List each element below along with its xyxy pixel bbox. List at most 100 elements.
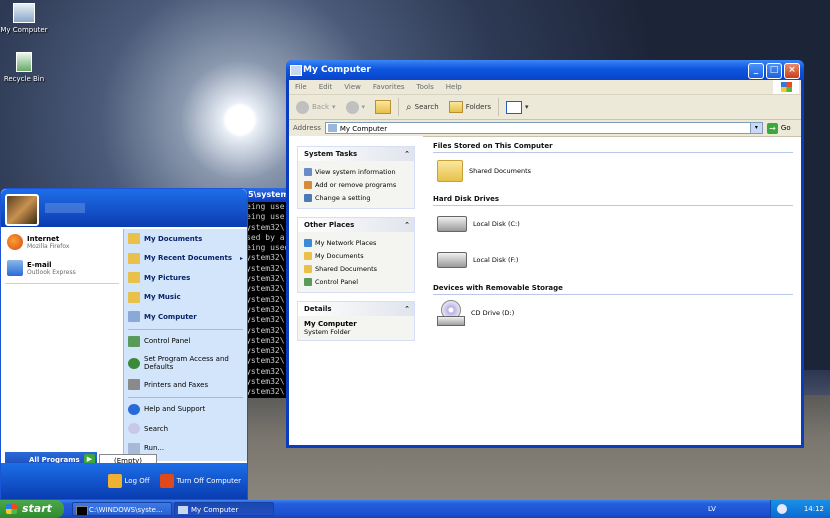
back-button[interactable]: Back ▾ [293,100,339,114]
start-menu-footer: Log Off Turn Off Computer [1,463,247,499]
place-my-network-places[interactable]: My Network Places [304,236,408,249]
windows-logo-icon [773,80,799,94]
sm-my-music[interactable]: My Music [124,288,247,308]
menu-file[interactable]: File [289,83,313,91]
control-panel-icon [304,277,312,286]
search-icon: ⌕ [406,101,412,113]
details-panel: Details ⌃ My Computer System Folder [297,301,415,341]
taskbar-button-console[interactable]: C:\WINDOWS\syste... [72,502,172,516]
pinned-internet[interactable]: Internet Mozilla Firefox [1,229,123,255]
pinned-subtitle: Outlook Express [27,268,76,276]
item-local-disk-f[interactable]: Local Disk (F:) [433,242,801,278]
collapse-chevron-icon[interactable]: ⌃ [404,302,410,316]
back-label: Back [312,103,329,111]
chevron-down-icon[interactable]: ▾ [749,123,762,133]
address-input[interactable]: My Computer ▾ [324,122,763,134]
sm-label: My Pictures [144,273,191,282]
item-shared-documents[interactable]: Shared Documents [433,153,801,189]
search-button[interactable]: ⌕ Search [403,102,442,113]
log-off-label: Log Off [124,477,150,485]
sm-my-recent-documents[interactable]: My Recent Documents ▸ [124,249,247,269]
explorer-window[interactable]: My Computer _ □ × File Edit View Favorit… [286,60,804,448]
hard-disk-icon [437,216,467,232]
taskbar-button-my-computer[interactable]: My Computer [174,502,274,516]
menu-view[interactable]: View [338,83,367,91]
tray-icon[interactable] [777,504,787,514]
views-button[interactable]: ▾ [503,100,532,114]
turn-off-button[interactable]: Turn Off Computer [159,474,241,488]
forward-button[interactable]: ▾ [343,100,369,114]
sm-my-computer[interactable]: My Computer [124,307,247,327]
desktop-icon-recycle-bin[interactable]: Recycle Bin [0,52,54,83]
program-access-icon [128,357,140,369]
task-change-setting[interactable]: Change a setting [304,191,408,204]
my-documents-icon [128,233,140,245]
task-add-remove-programs[interactable]: Add or remove programs [304,178,408,191]
console-line: ystem32\ [246,284,285,294]
up-folder-button[interactable] [372,100,394,114]
console-line: ystem32\ [246,335,285,345]
address-value: My Computer [339,125,388,133]
log-off-button[interactable]: Log Off [107,474,150,488]
maximize-button[interactable]: □ [766,63,782,79]
sm-my-documents[interactable]: My Documents [124,229,247,249]
task-label: Add or remove programs [315,180,397,189]
explorer-titlebar[interactable]: My Computer _ □ × [286,60,804,80]
power-icon [159,474,174,488]
collapse-chevron-icon[interactable]: ⌃ [404,218,410,232]
start-button[interactable]: start [0,500,64,518]
sm-label: Run... [144,444,165,453]
place-label: Control Panel [315,277,359,286]
item-cd-drive-d[interactable]: CD Drive (D:) [433,295,801,331]
system-tasks-panel: System Tasks ⌃ View system information A… [297,146,415,209]
my-pictures-icon [128,272,140,284]
language-indicator[interactable]: LV [708,500,716,518]
taskbar-button-label: My Computer [191,506,239,514]
taskbar: start C:\WINDOWS\syste... My Computer LV… [0,500,830,518]
console-line: ystem32\ [246,377,285,387]
pinned-email[interactable]: E-mail Outlook Express [1,255,123,281]
other-places-header[interactable]: Other Places ⌃ [298,218,414,232]
folders-button[interactable]: Folders [446,101,494,113]
system-tasks-header[interactable]: System Tasks ⌃ [298,147,414,161]
collapse-chevron-icon[interactable]: ⌃ [404,147,410,161]
sm-search[interactable]: Search [124,419,247,439]
menu-favorites[interactable]: Favorites [367,83,411,91]
sm-help-support[interactable]: Help and Support [124,400,247,420]
menu-bar: File Edit View Favorites Tools Help [289,80,801,95]
close-button[interactable]: × [784,63,800,79]
minimize-button[interactable]: _ [748,63,764,79]
computer-icon [327,124,337,132]
task-view-system-info[interactable]: View system information [304,165,408,178]
place-my-documents[interactable]: My Documents [304,249,408,262]
desktop-icon-my-computer[interactable]: My Computer [0,3,54,34]
turn-off-label: Turn Off Computer [176,477,241,485]
menu-tools[interactable]: Tools [411,83,440,91]
sm-set-program-access[interactable]: Set Program Access and Defaults [124,351,247,375]
item-local-disk-c[interactable]: Local Disk (C:) [433,206,801,242]
details-type: System Folder [304,328,351,336]
menu-edit[interactable]: Edit [313,83,339,91]
console-line: ystem32\ [246,253,285,263]
place-control-panel[interactable]: Control Panel [304,275,408,288]
sm-control-panel[interactable]: Control Panel [124,332,247,352]
console-line: ystem32\ [246,222,285,232]
sm-label: My Music [144,293,181,302]
place-shared-documents[interactable]: Shared Documents [304,262,408,275]
toolbar-separator [398,98,400,116]
place-label: My Documents [315,251,364,260]
task-label: Change a setting [315,193,371,202]
console-icon [76,506,88,515]
console-line: ystem32\ [246,325,285,335]
outlook-express-icon [7,260,23,276]
pinned-programs: Internet Mozilla Firefox E-mail Outlook Ex… [1,229,123,461]
details-header[interactable]: Details ⌃ [298,302,414,316]
sm-my-pictures[interactable]: My Pictures [124,268,247,288]
clock[interactable]: 14:12 [804,505,824,513]
sm-label: Help and Support [144,405,206,414]
views-icon [505,100,522,114]
chevron-down-icon: ▾ [332,103,336,111]
sm-printers-faxes[interactable]: Printers and Faxes [124,375,247,395]
go-button[interactable]: → Go [766,122,791,134]
menu-help[interactable]: Help [440,83,468,91]
